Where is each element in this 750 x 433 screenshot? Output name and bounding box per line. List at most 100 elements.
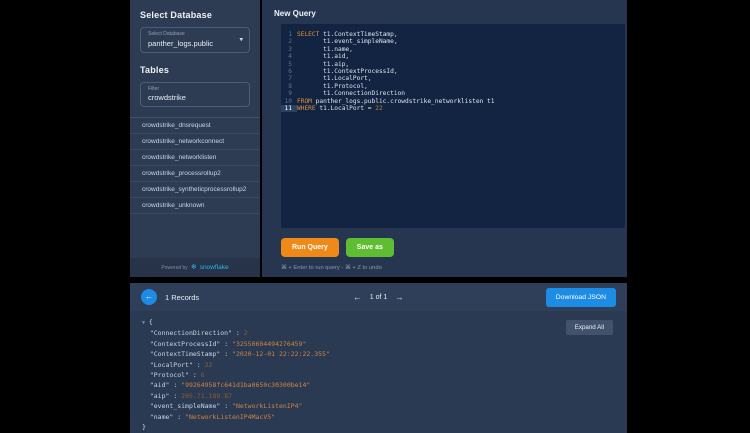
expand-all-button[interactable]: Expand All (565, 320, 613, 335)
json-token: : (188, 371, 201, 380)
json-token: "99264958fc641d1ba0650c30300be14" (181, 381, 311, 390)
json-token: "NetworkListenIP4" (232, 402, 303, 411)
table-filter-label: Filter (148, 85, 160, 92)
json-line: "ContextTimeStamp" : "2020-12-01 22:22:2… (142, 349, 330, 359)
table-list-item[interactable]: crowdstrike_networkconnect (130, 134, 260, 150)
json-token: "2020-12-01 22:22:22.355" (232, 350, 330, 359)
table-filter-value: crowdstrike (148, 93, 186, 102)
json-line: "ConnectionDirection" : 2 (142, 328, 330, 338)
code-line: 8 t1.Protocol, (281, 83, 625, 90)
database-sidebar: Select Database Select Database panther_… (130, 0, 260, 277)
json-token: "32550604494276459" (232, 339, 307, 348)
line-number: 10 (284, 97, 292, 105)
code-line: 11 WHERE t1.LocalPort = 22 (281, 105, 625, 113)
line-number: 7 (288, 75, 292, 83)
results-body: Expand All ▼ { "ConnectionDirection" : 2… (130, 311, 627, 433)
json-token: : (169, 381, 182, 390)
code-token: t1.ContextProcessId, (297, 68, 398, 76)
table-list-item[interactable]: crowdstrike_syntheticprocessrollup2 (130, 182, 260, 198)
json-token: 2 (243, 329, 248, 338)
database-select-value: panther_logs.public (148, 38, 214, 48)
download-json-button[interactable]: Download JSON (545, 287, 616, 307)
query-panel: New Query 1 SELECT t1.ContextTimeStamp, 2 … (262, 0, 627, 277)
snowflake-wordmark: snowflake (199, 264, 229, 271)
json-token: : (169, 391, 182, 400)
code-line: 5 t1.aip, (281, 61, 625, 68)
code-line-text: FROM panther_logs.public.crowdstrike_net… (297, 98, 494, 105)
code-token: t1.ContextTimeStamp, (319, 31, 398, 38)
code-token: t1.event_simpleName, (297, 38, 398, 46)
code-line: 2 t1.event_simpleName, (281, 38, 625, 45)
json-token: : (220, 339, 233, 348)
pagination: ← 1 of 1 → (353, 292, 404, 302)
code-token: WHERE (297, 105, 316, 113)
tables-title: Tables (140, 64, 170, 75)
query-actions: Run Query Save as (281, 238, 394, 257)
back-arrow-icon: ← (145, 292, 153, 301)
json-token: : (173, 412, 186, 421)
code-token: SELECT (297, 31, 320, 38)
json-line: "event_simpleName" : "NetworkListenIP4" (142, 401, 330, 411)
code-token: t1.aip, (297, 60, 350, 68)
prev-page-icon[interactable]: ← (353, 292, 362, 302)
json-line: "ContextProcessId" : "32550604494276459" (142, 339, 330, 349)
line-number: 2 (288, 38, 292, 46)
code-line-text: t1.ContextProcessId, (297, 68, 398, 75)
table-list-item[interactable]: crowdstrike_unknown (130, 198, 260, 214)
json-token: : (220, 350, 233, 359)
code-line-text: t1.LocalPort, (297, 75, 372, 83)
code-token: t1.ConnectionDirection (297, 90, 406, 98)
sql-editor[interactable]: 1 SELECT t1.ContextTimeStamp, 2 t1.event_s… (281, 24, 625, 228)
results-header: ← 1 Records ← 1 of 1 → Download JSON (130, 283, 627, 311)
line-number: 3 (288, 45, 292, 53)
results-panel: ← 1 Records ← 1 of 1 → Download JSON Exp… (130, 283, 627, 433)
code-line: 1 SELECT t1.ContextTimeStamp, (281, 31, 625, 38)
code-line-text: t1.aid, (297, 53, 349, 60)
code-line-text: t1.event_simpleName, (297, 38, 398, 45)
code-line-text: t1.Protocol, (297, 83, 368, 90)
code-token: t1.name, (297, 45, 353, 53)
json-token: "aip" (142, 391, 170, 400)
json-line: "aip" : 205.71.189.87 (142, 391, 330, 401)
code-token: t1.Protocol, (297, 82, 368, 90)
json-token: : (232, 329, 244, 338)
json-line: "LocalPort" : 22 (142, 360, 330, 370)
keyboard-shortcut-hint: ⌘ + Enter to run query - ⌘ + Z to undo (281, 265, 382, 271)
tables-list: crowdstrike_dnsrequest crowdstrike_networ… (130, 117, 260, 214)
powered-by-snowflake: Powered by ❄ snowflake (130, 258, 260, 277)
save-as-button[interactable]: Save as (345, 238, 394, 257)
json-token: "ContextProcessId" (142, 339, 221, 348)
sql-editor-lines: 1 SELECT t1.ContextTimeStamp, 2 t1.event_s… (281, 31, 625, 113)
code-line-text: t1.ConnectionDirection (297, 90, 405, 97)
run-query-button[interactable]: Run Query (281, 238, 339, 257)
back-button[interactable]: ← (141, 289, 157, 305)
table-list-item[interactable]: crowdstrike_dnsrequest (130, 118, 260, 134)
powered-by-label: Powered by (161, 264, 188, 271)
screen: Select Database Select Database panther_… (0, 0, 750, 433)
code-line: 4 t1.aid, (281, 53, 625, 60)
json-token: 22 (204, 360, 213, 369)
next-page-icon[interactable]: → (395, 292, 404, 302)
chevron-down-icon: ▾ (239, 36, 243, 44)
table-list-item[interactable]: crowdstrike_networklisten (130, 150, 260, 166)
json-result-viewer: ▼ { "ConnectionDirection" : 2 "ContextPr… (142, 317, 330, 432)
json-token: 205.71.189.87 (181, 391, 233, 400)
code-line-text: t1.aip, (297, 61, 349, 68)
line-number: 8 (288, 82, 292, 90)
code-token: t1.LocalPort, (297, 75, 372, 83)
code-token: panther_logs.public.crowdstrike_networkl… (311, 97, 495, 105)
json-token: 6 (200, 371, 205, 380)
json-token: "name" (142, 412, 174, 421)
code-token: 22 (375, 105, 383, 113)
line-number: 1 (288, 31, 292, 38)
table-list-item[interactable]: crowdstrike_processrollup2 (130, 166, 260, 182)
database-select[interactable]: Select Database panther_logs.public ▾ (140, 27, 250, 53)
line-number: 9 (288, 90, 292, 98)
json-token: "aid" (142, 381, 170, 390)
json-line: ▼ { (142, 317, 330, 328)
code-line-text: WHERE t1.LocalPort = 22 (297, 105, 383, 112)
json-token: { (145, 318, 153, 326)
table-filter-input[interactable]: Filter crowdstrike (140, 81, 250, 107)
code-line: 6 t1.ContextProcessId, (281, 68, 625, 75)
line-number: 5 (288, 60, 292, 68)
